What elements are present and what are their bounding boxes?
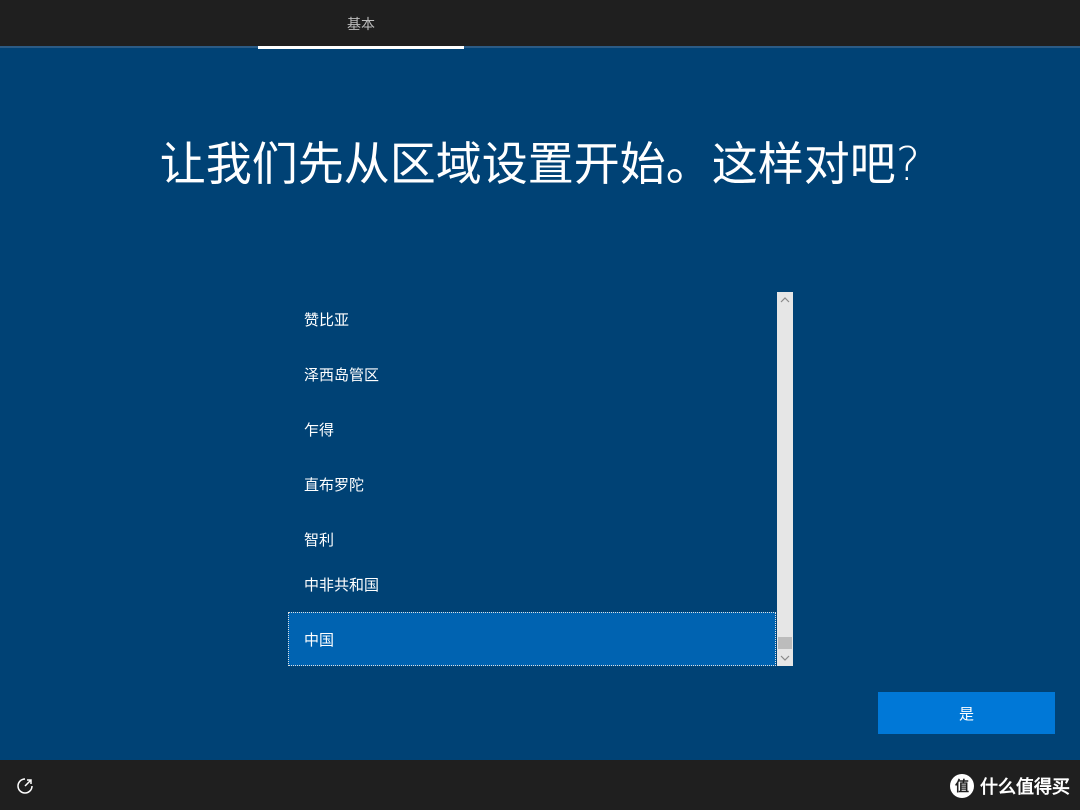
region-list-item[interactable]: 乍得 — [288, 402, 776, 456]
tab-underline — [258, 46, 464, 49]
region-list-item[interactable]: 中非共和国 — [288, 557, 776, 611]
page-title: 让我们先从区域设置开始。这样对吧? — [159, 137, 921, 191]
scroll-down-icon[interactable] — [777, 650, 793, 666]
watermark-logo-icon: 值 — [950, 774, 974, 798]
scroll-up-icon[interactable] — [777, 292, 793, 308]
scroll-thumb[interactable] — [778, 637, 792, 649]
watermark-text: 什么值得买 — [980, 777, 1070, 798]
region-list-item[interactable]: 直布罗陀 — [288, 457, 776, 511]
accessibility-icon[interactable] — [14, 775, 36, 797]
list-scrollbar[interactable] — [777, 292, 793, 666]
top-bar — [0, 0, 1080, 48]
region-list-item[interactable]: 赞比亚 — [288, 292, 776, 346]
yes-button[interactable]: 是 — [878, 692, 1055, 734]
tab-basic: 基本 — [347, 17, 375, 33]
region-list-item[interactable]: 泽西岛管区 — [288, 347, 776, 401]
region-list[interactable]: 赞比亚 泽西岛管区 乍得 直布罗陀 智利 中非共和国 中国 — [288, 292, 793, 666]
watermark: 值 什么值得买 — [950, 773, 1070, 799]
region-list-item-selected[interactable]: 中国 — [288, 612, 776, 666]
bottom-bar — [0, 760, 1080, 810]
